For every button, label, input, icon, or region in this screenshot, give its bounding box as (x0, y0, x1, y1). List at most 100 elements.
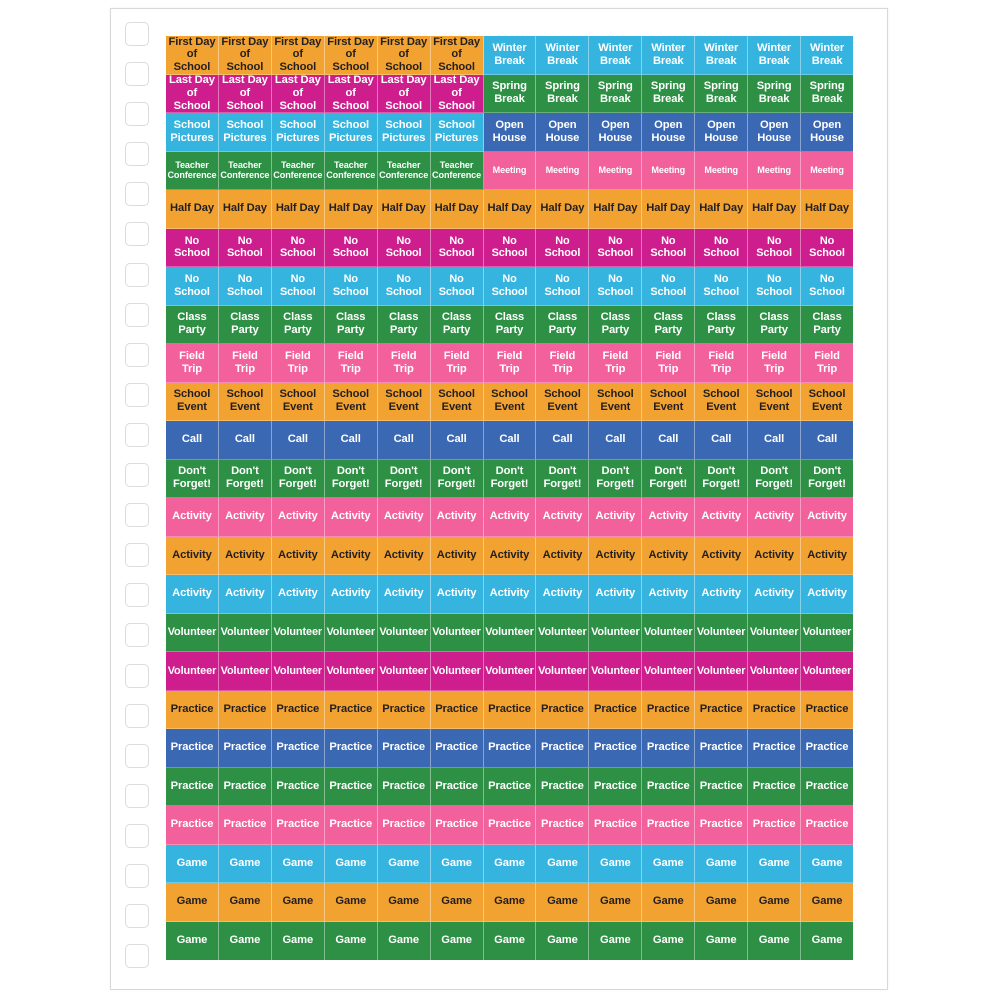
sticker[interactable]: Practice (483, 767, 537, 806)
sticker[interactable]: Spring Break (483, 74, 537, 113)
sticker[interactable]: Activity (801, 575, 853, 614)
sticker[interactable]: Volunteer (801, 613, 853, 652)
sticker[interactable]: Activity (536, 536, 590, 575)
sticker[interactable]: Don't Forget! (483, 459, 537, 498)
sticker[interactable]: Field Trip (218, 344, 272, 383)
sticker[interactable]: Activity (166, 575, 219, 614)
sticker[interactable]: No School (589, 228, 643, 267)
sticker[interactable]: Open House (748, 113, 802, 152)
sticker[interactable]: Practice (166, 767, 219, 806)
sticker[interactable]: Game (801, 883, 853, 922)
sticker[interactable]: Practice (166, 729, 219, 768)
sticker[interactable]: Teacher Conference (218, 151, 272, 190)
sticker[interactable]: School Event (324, 382, 378, 421)
sticker[interactable]: Field Trip (589, 344, 643, 383)
sticker[interactable]: No School (218, 228, 272, 267)
sticker[interactable]: Game (536, 921, 590, 960)
sticker[interactable]: No School (377, 228, 431, 267)
sticker[interactable]: School Event (695, 382, 749, 421)
sticker[interactable]: Practice (218, 806, 272, 845)
sticker[interactable]: No School (536, 228, 590, 267)
sticker[interactable]: Practice (324, 806, 378, 845)
sticker[interactable]: Volunteer (324, 652, 378, 691)
sticker[interactable]: Call (271, 421, 325, 460)
sticker[interactable]: Game (801, 921, 853, 960)
sticker[interactable]: Game (536, 883, 590, 922)
sticker[interactable]: Half Day (536, 190, 590, 229)
sticker[interactable]: Class Party (324, 305, 378, 344)
sticker[interactable]: School Pictures (430, 113, 484, 152)
sticker[interactable]: Don't Forget! (695, 459, 749, 498)
sticker[interactable]: Volunteer (324, 613, 378, 652)
sticker[interactable]: No School (430, 228, 484, 267)
sticker[interactable]: Game (430, 883, 484, 922)
sticker[interactable]: Volunteer (430, 613, 484, 652)
sticker[interactable]: Game (642, 844, 696, 883)
sticker[interactable]: Spring Break (536, 74, 590, 113)
sticker[interactable]: Practice (271, 690, 325, 729)
sticker[interactable]: Class Party (642, 305, 696, 344)
sticker[interactable]: No School (536, 267, 590, 306)
sticker[interactable]: Activity (695, 575, 749, 614)
sticker[interactable]: Activity (589, 536, 643, 575)
sticker[interactable]: Volunteer (695, 613, 749, 652)
sticker[interactable]: Don't Forget! (589, 459, 643, 498)
sticker[interactable]: Practice (218, 690, 272, 729)
sticker[interactable]: Call (642, 421, 696, 460)
sticker[interactable]: School Pictures (218, 113, 272, 152)
sticker[interactable]: Activity (695, 536, 749, 575)
sticker[interactable]: Game (271, 921, 325, 960)
sticker[interactable]: Activity (218, 536, 272, 575)
sticker[interactable]: Game (218, 883, 272, 922)
sticker[interactable]: No School (430, 267, 484, 306)
sticker[interactable]: Game (695, 844, 749, 883)
sticker[interactable]: First Day of School (430, 36, 484, 75)
sticker[interactable]: School Pictures (324, 113, 378, 152)
sticker[interactable]: First Day of School (218, 36, 272, 75)
sticker[interactable]: Game (377, 844, 431, 883)
sticker[interactable]: Winter Break (483, 36, 537, 75)
sticker[interactable]: School Event (430, 382, 484, 421)
sticker[interactable]: Practice (589, 767, 643, 806)
sticker[interactable]: No School (483, 228, 537, 267)
sticker[interactable]: Class Party (748, 305, 802, 344)
sticker[interactable]: Don't Forget! (430, 459, 484, 498)
sticker[interactable]: Spring Break (589, 74, 643, 113)
sticker[interactable]: Activity (430, 536, 484, 575)
sticker[interactable]: Don't Forget! (377, 459, 431, 498)
sticker[interactable]: Field Trip (642, 344, 696, 383)
sticker[interactable]: Half Day (695, 190, 749, 229)
sticker[interactable]: Activity (642, 498, 696, 537)
sticker[interactable]: Volunteer (271, 613, 325, 652)
sticker[interactable]: Don't Forget! (324, 459, 378, 498)
sticker[interactable]: Last Day of School (271, 74, 325, 113)
sticker[interactable]: Volunteer (589, 652, 643, 691)
sticker[interactable]: Half Day (748, 190, 802, 229)
sticker[interactable]: Class Party (218, 305, 272, 344)
sticker[interactable]: Game (324, 921, 378, 960)
sticker[interactable]: Practice (536, 767, 590, 806)
sticker[interactable]: Practice (642, 767, 696, 806)
sticker[interactable]: Practice (801, 690, 853, 729)
sticker[interactable]: Winter Break (695, 36, 749, 75)
sticker[interactable]: No School (801, 267, 853, 306)
sticker[interactable]: Activity (801, 498, 853, 537)
sticker[interactable]: Activity (430, 498, 484, 537)
sticker[interactable]: Game (483, 844, 537, 883)
sticker[interactable]: Activity (324, 498, 378, 537)
sticker[interactable]: Volunteer (430, 652, 484, 691)
sticker[interactable]: Don't Forget! (801, 459, 853, 498)
sticker[interactable]: Activity (166, 498, 219, 537)
sticker[interactable]: Volunteer (483, 652, 537, 691)
sticker[interactable]: Open House (642, 113, 696, 152)
sticker[interactable]: Field Trip (536, 344, 590, 383)
sticker[interactable]: Teacher Conference (430, 151, 484, 190)
sticker[interactable]: No School (483, 267, 537, 306)
sticker[interactable]: Practice (483, 806, 537, 845)
sticker[interactable]: Volunteer (166, 652, 219, 691)
sticker[interactable]: School Pictures (377, 113, 431, 152)
sticker[interactable]: Activity (589, 575, 643, 614)
sticker[interactable]: Call (483, 421, 537, 460)
sticker[interactable]: Don't Forget! (166, 459, 219, 498)
sticker[interactable]: Activity (589, 498, 643, 537)
